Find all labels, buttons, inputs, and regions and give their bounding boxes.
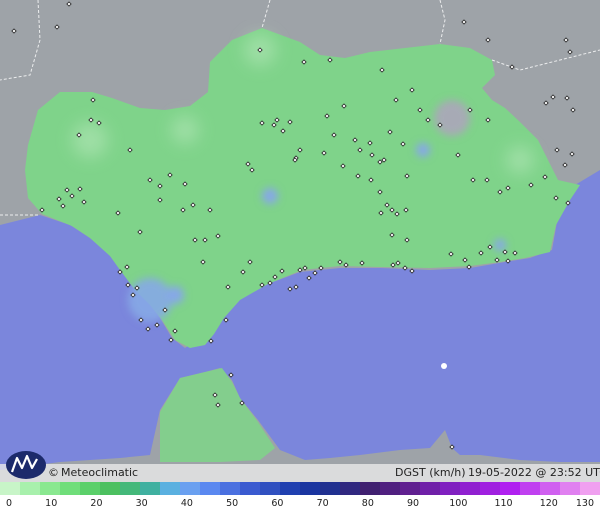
scale-swatch bbox=[560, 482, 580, 495]
scale-tick-label: 50 bbox=[226, 498, 239, 509]
scale-tick-label: 40 bbox=[180, 498, 193, 509]
scale-swatch bbox=[80, 482, 100, 495]
scale-swatch bbox=[400, 482, 420, 495]
scale-swatch bbox=[0, 482, 20, 495]
scale-swatch bbox=[440, 482, 460, 495]
scale-swatch bbox=[260, 482, 280, 495]
scale-tick-label: 0 bbox=[6, 498, 13, 509]
scale-tick-label: 90 bbox=[407, 498, 420, 509]
scale-swatch bbox=[240, 482, 260, 495]
scale-swatch bbox=[540, 482, 560, 495]
scale-swatch bbox=[580, 482, 600, 495]
color-scale: 0 10 20 30 40 50 60 70 80 90 100 110 120 130 bbox=[0, 482, 600, 517]
scale-tick-label: 130 bbox=[575, 498, 594, 509]
scale-swatch bbox=[140, 482, 160, 495]
scale-swatch bbox=[120, 482, 140, 495]
scale-swatch bbox=[20, 482, 40, 495]
copyright-symbol: © bbox=[48, 466, 59, 479]
scale-swatch bbox=[40, 482, 60, 495]
scale-tick-label: 20 bbox=[90, 498, 103, 509]
wind-gust-map[interactable] bbox=[0, 0, 600, 517]
scale-swatch bbox=[460, 482, 480, 495]
scale-swatch bbox=[160, 482, 180, 495]
scale-tick-label: 80 bbox=[361, 498, 374, 509]
scale-swatch bbox=[520, 482, 540, 495]
scale-tick-label: 110 bbox=[494, 498, 513, 509]
brand-label: © Meteoclimatic bbox=[48, 466, 138, 479]
scale-swatch bbox=[380, 482, 400, 495]
scale-tick-label: 70 bbox=[316, 498, 329, 509]
scale-swatch bbox=[480, 482, 500, 495]
scale-swatch bbox=[500, 482, 520, 495]
scale-tick-label: 60 bbox=[271, 498, 284, 509]
scale-swatch bbox=[340, 482, 360, 495]
scale-tick-label: 10 bbox=[45, 498, 58, 509]
map-view[interactable]: © Meteoclimatic DGST (km/h) 19-05-2022 @ … bbox=[0, 0, 600, 517]
scale-tick-label: 100 bbox=[449, 498, 468, 509]
scale-swatch bbox=[300, 482, 320, 495]
color-scale-bar bbox=[0, 482, 600, 495]
variable-label: DGST (km/h) bbox=[395, 466, 466, 479]
brand-name: Meteoclimatic bbox=[61, 466, 139, 479]
scale-swatch bbox=[220, 482, 240, 495]
timestamp-label: 19-05-2022 @ 23:52 UTC bbox=[468, 466, 600, 479]
scale-tick-label: 30 bbox=[135, 498, 148, 509]
scale-swatch bbox=[180, 482, 200, 495]
scale-swatch bbox=[200, 482, 220, 495]
meteoclimatic-logo-icon bbox=[6, 451, 46, 479]
scale-swatch bbox=[320, 482, 340, 495]
island bbox=[441, 363, 447, 369]
scale-swatch bbox=[100, 482, 120, 495]
scale-tick-label: 120 bbox=[539, 498, 558, 509]
scale-swatch bbox=[280, 482, 300, 495]
scale-swatch bbox=[60, 482, 80, 495]
scale-swatch bbox=[360, 482, 380, 495]
scale-swatch bbox=[420, 482, 440, 495]
